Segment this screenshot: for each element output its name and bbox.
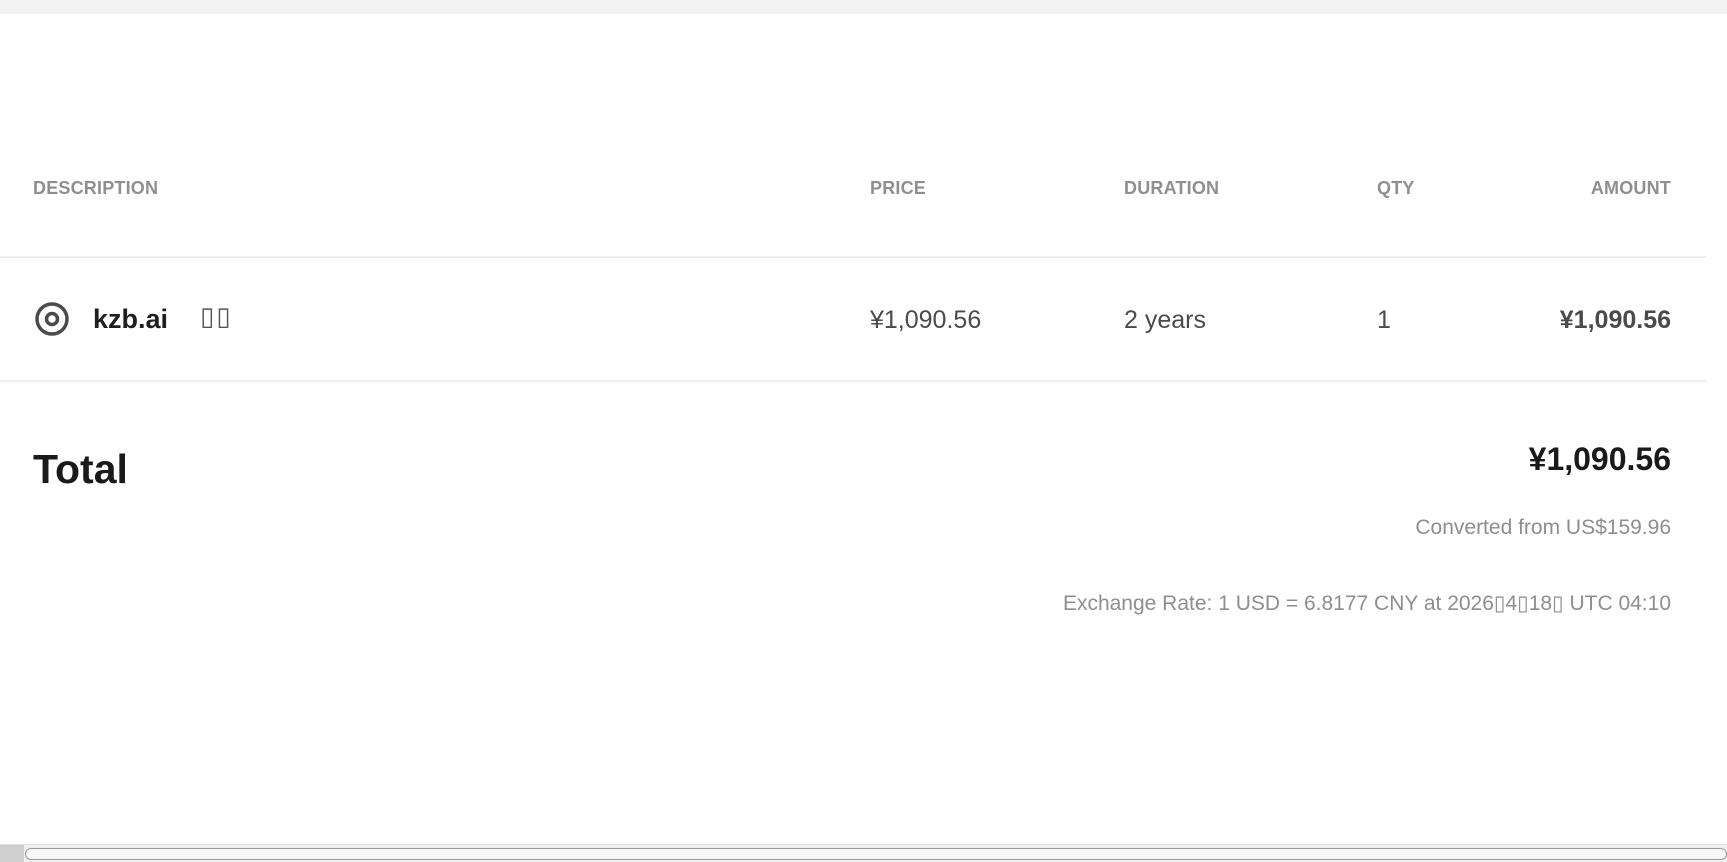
exchange-rate-note: Exchange Rate: 1 USD = 6.8177 CNY at 202… (1062, 592, 1671, 615)
domain-name: kzb.ai (93, 304, 169, 334)
item-price: ¥1,090.56 (870, 306, 982, 334)
column-header-amount: AMOUNT (1590, 178, 1671, 198)
scrollbar-left-cap (0, 845, 24, 862)
total-label: Total (33, 446, 128, 492)
column-header-qty: QTY (1377, 178, 1415, 198)
domain-badge: ▯▯ (200, 302, 233, 332)
table-row: kzb.ai ▯▯ ¥1,090.56 2 years 1 ¥1,090.56 (0, 258, 1706, 382)
column-header-duration: DURATION (1124, 178, 1220, 198)
invoice-panel: DESCRIPTION PRICE DURATION QTY AMOUNT kz… (0, 14, 1706, 844)
item-amount: ¥1,090.56 (1559, 306, 1671, 334)
top-edge-strip (0, 0, 1727, 14)
column-header-price: PRICE (870, 178, 927, 198)
item-duration: 2 years (1124, 306, 1206, 334)
total-value: ¥1,090.56 (1528, 441, 1671, 477)
domain-target-icon (34, 301, 70, 337)
item-qty: 1 (1377, 306, 1391, 334)
converted-note: Converted from US$159.96 (1415, 516, 1671, 539)
horizontal-scrollbar[interactable] (0, 844, 1727, 862)
table-header-row: DESCRIPTION PRICE DURATION QTY AMOUNT (0, 178, 1706, 258)
scrollbar-thumb[interactable] (25, 848, 1727, 860)
column-header-description: DESCRIPTION (33, 178, 159, 198)
